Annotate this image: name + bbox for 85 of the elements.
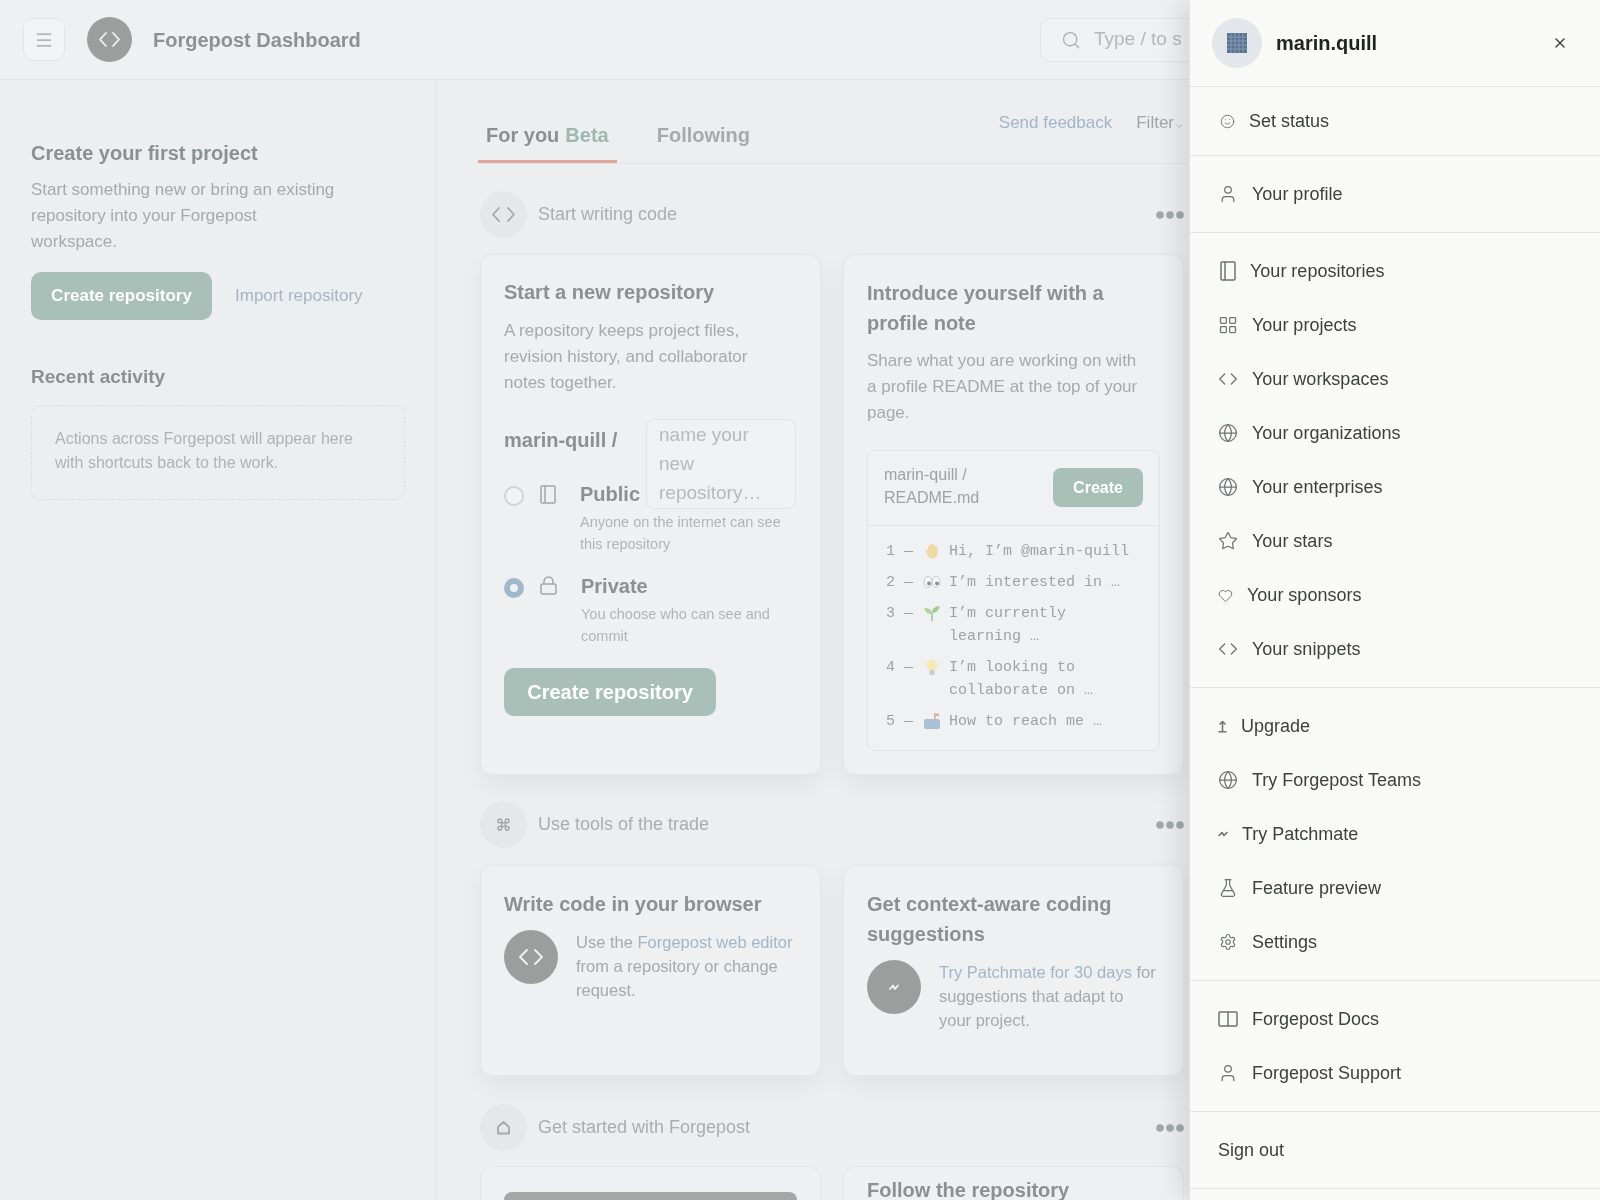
menu-item[interactable]: Try Patchmate	[1218, 820, 1359, 848]
menu-item[interactable]: Your workspaces	[1218, 365, 1389, 393]
code-line: Hi, I’m @marin-quill	[949, 542, 1130, 562]
page-title: Forgepost Dashboard	[153, 27, 361, 53]
file-path: marin-quill / README.md	[884, 465, 981, 508]
menu-item[interactable]: Your stars	[1218, 527, 1333, 555]
menu-item[interactable]: Forgepost Support	[1218, 1059, 1402, 1087]
book-icon	[540, 485, 556, 504]
card-title: Write code in your browser	[504, 892, 763, 917]
owner-label: marin-quill /	[504, 427, 618, 453]
card-title: Introduce yourself with a profile note	[867, 281, 1105, 336]
option-title: Public	[580, 482, 640, 507]
settings-icon	[1219, 933, 1237, 951]
seedling-icon	[923, 604, 941, 622]
sidebar-description: Start something new or bring an existing repository into your Forgepost workspace.	[31, 179, 336, 253]
code-icon	[504, 930, 558, 984]
heart-icon	[1218, 587, 1233, 603]
menu-item[interactable]: Your snippets	[1218, 635, 1361, 663]
menu-item[interactable]: Set status	[1218, 107, 1330, 135]
avatar-icon	[1212, 18, 1262, 68]
menu-item[interactable]: Your organizations	[1218, 419, 1401, 447]
caret-icon	[1174, 121, 1184, 131]
smiley-icon	[1220, 113, 1235, 129]
line-number: 4 —	[886, 658, 913, 678]
code-line: I’m currently learning …	[949, 604, 1068, 647]
code-icon	[480, 191, 527, 238]
sidebar-title: Create your first project	[31, 141, 258, 166]
menu-button[interactable]	[23, 18, 65, 61]
line-number: 5 —	[886, 712, 913, 732]
code-line: I’m interested in …	[949, 573, 1121, 593]
flask-icon	[1218, 878, 1238, 898]
section-title: Start writing code	[538, 203, 678, 226]
more-options-icon[interactable]	[1156, 1123, 1184, 1132]
zigzag-icon	[1218, 830, 1228, 838]
card-description: Share what you are working on with a profile README at the top of your page.	[867, 350, 1139, 424]
section-title: Get started with Forgepost	[538, 1116, 751, 1139]
menu-item[interactable]: Sign out	[1218, 1136, 1285, 1164]
globe-icon	[1218, 477, 1238, 497]
search-icon	[1061, 29, 1081, 50]
empty-state-text: Actions across Forgepost will appear here with shortcuts back to the work.	[55, 429, 354, 473]
menu-item[interactable]: Your enterprises	[1218, 473, 1383, 501]
menu-item[interactable]: Try Forgepost Teams	[1218, 766, 1422, 794]
card-description: Try Patchmate for 30 days for suggestions that adapt to your project.	[939, 962, 1157, 1031]
more-options-icon[interactable]	[1156, 210, 1184, 219]
code-icon	[87, 17, 132, 62]
home-icon	[480, 1104, 527, 1151]
menu-item[interactable]: Forgepost Docs	[1218, 1005, 1380, 1033]
line-number: 2 —	[886, 573, 913, 593]
card-title: Start a new repository	[504, 280, 716, 305]
card-description: Use the Forgepost web editor from a repository or change request.	[576, 932, 794, 1001]
option-description: Anyone on the internet can see this repository	[580, 513, 782, 554]
grid-icon	[1218, 315, 1238, 335]
option-title: Private	[581, 574, 648, 599]
book-icon	[1220, 261, 1236, 281]
menu-item[interactable]: Your projects	[1218, 311, 1357, 339]
radio-button[interactable]	[504, 486, 524, 506]
eyes-icon	[923, 573, 941, 591]
menu-item[interactable]: Settings	[1218, 928, 1318, 956]
line-number: 1 —	[886, 542, 913, 562]
card-title: Get context-aware coding suggestions	[867, 892, 1113, 947]
waving-hand-icon	[923, 542, 941, 560]
line-number: 3 —	[886, 604, 913, 624]
menu-item[interactable]: Your sponsors	[1218, 581, 1362, 609]
more-options-icon[interactable]	[1156, 820, 1184, 829]
section-title: Use tools of the trade	[538, 813, 710, 836]
menu-item[interactable]: Your profile	[1218, 180, 1343, 208]
arrow-up-icon	[1218, 719, 1227, 733]
globe-icon	[1218, 423, 1238, 443]
menu-item[interactable]: Upgrade	[1218, 712, 1311, 740]
option-description: You choose who can see and commit	[581, 605, 771, 646]
globe-icon	[1218, 770, 1238, 790]
menu-item[interactable]: Feature preview	[1218, 874, 1382, 902]
card-description: A repository keeps project files, revision history, and collaborator notes together.	[504, 320, 749, 394]
code-line: How to reach me …	[949, 712, 1103, 732]
username: marin.quill	[1276, 31, 1378, 56]
mailbox-icon	[923, 712, 941, 730]
code-line: I’m looking to collaborate on …	[949, 658, 1095, 701]
radio-button[interactable]	[504, 578, 524, 598]
zigzag-icon	[867, 960, 921, 1014]
open-book-icon	[1218, 1010, 1238, 1028]
star-icon	[1218, 531, 1238, 551]
lock-icon	[540, 576, 557, 595]
menu-item[interactable]: Your repositories	[1218, 257, 1385, 285]
command-icon	[480, 801, 527, 848]
sidebar-title: Recent activity	[31, 365, 166, 389]
